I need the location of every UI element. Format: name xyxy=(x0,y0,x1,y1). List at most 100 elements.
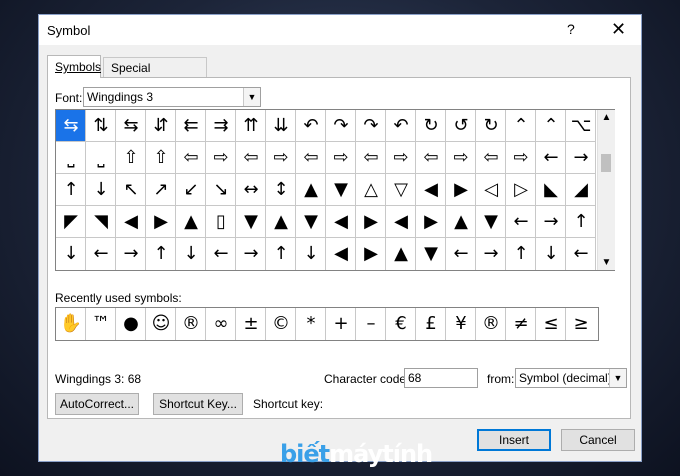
symbol-cell[interactable]: → xyxy=(116,238,146,270)
recent-symbol-cell[interactable]: ☺ xyxy=(146,308,176,340)
recent-symbol-cell[interactable]: ≥ xyxy=(566,308,596,340)
symbol-cell[interactable]: → xyxy=(236,238,266,270)
symbol-cell[interactable]: ↑ xyxy=(146,238,176,270)
symbol-cell[interactable]: ← xyxy=(566,238,596,270)
recent-symbols-row[interactable]: ✋ ™ ● ☺ ® ∞ ± © * + – € £ ¥ ® ≠ ≤ ≥ xyxy=(55,307,599,341)
symbol-cell[interactable]: ↑ xyxy=(56,174,86,206)
symbol-cell[interactable]: ▲ xyxy=(446,206,476,238)
symbol-cell[interactable]: ▷ xyxy=(506,174,536,206)
recent-symbol-cell[interactable]: * xyxy=(296,308,326,340)
symbol-cell[interactable]: ⇨ xyxy=(386,142,416,174)
symbol-cell[interactable]: ← xyxy=(206,238,236,270)
symbol-cell[interactable]: ◀ xyxy=(326,206,356,238)
symbol-cell[interactable]: ↑ xyxy=(506,238,536,270)
shortcut-key-button[interactable]: Shortcut Key... xyxy=(153,393,243,415)
symbol-cell[interactable]: ⇨ xyxy=(446,142,476,174)
recent-symbol-cell[interactable]: ✋ xyxy=(56,308,86,340)
symbol-cell[interactable]: ↷ xyxy=(356,110,386,142)
symbol-cell[interactable]: ← xyxy=(86,238,116,270)
symbol-cell[interactable]: ↘ xyxy=(206,174,236,206)
symbol-cell[interactable]: ↓ xyxy=(176,238,206,270)
autocorrect-button[interactable]: AutoCorrect... xyxy=(55,393,139,415)
symbol-cell[interactable]: ◀ xyxy=(416,174,446,206)
symbol-cell[interactable]: ↷ xyxy=(326,110,356,142)
symbol-grid[interactable]: ▲ ▼ ⇆ ⇅ ⇆ ⇵ ⇇ ⇉ ⇈ ⇊ ↶ ↷ ↷ ↶ ↻ ↺ ↻ ⌃ ⌃ ⌥ ⎵ ⎵ ⇧ ⇧ ⇦ ⇨ ⇦ ⇨ ⇦ ⇨ ⇦ ⇨ ⇦ ⇨ ⇦ ⇨ ← →… xyxy=(55,109,615,271)
symbol-cell[interactable]: ⇦ xyxy=(416,142,446,174)
symbol-cell[interactable]: ⇦ xyxy=(476,142,506,174)
symbol-cell[interactable]: ◁ xyxy=(476,174,506,206)
symbol-cell[interactable]: ↗ xyxy=(146,174,176,206)
symbol-cell[interactable]: ↑ xyxy=(266,238,296,270)
symbol-cell[interactable]: → xyxy=(536,206,566,238)
symbol-cell[interactable]: ↖ xyxy=(116,174,146,206)
symbol-cell[interactable]: ⎵ xyxy=(86,142,116,174)
symbol-cell[interactable]: ↺ xyxy=(446,110,476,142)
symbol-cell[interactable]: ⇊ xyxy=(266,110,296,142)
symbol-cell[interactable]: ⇆ xyxy=(116,110,146,142)
symbol-cell[interactable]: ↶ xyxy=(386,110,416,142)
symbol-cell[interactable]: ⇧ xyxy=(116,142,146,174)
scroll-thumb[interactable] xyxy=(601,154,611,172)
symbol-cell[interactable]: ▲ xyxy=(266,206,296,238)
symbol-cell[interactable]: ← xyxy=(506,206,536,238)
symbol-cell[interactable]: ◀ xyxy=(386,206,416,238)
symbol-cell[interactable]: ↻ xyxy=(476,110,506,142)
symbol-cell[interactable]: ← xyxy=(536,142,566,174)
recent-symbol-cell[interactable]: € xyxy=(386,308,416,340)
symbol-cell[interactable]: ↙ xyxy=(176,174,206,206)
symbol-cell[interactable]: ↓ xyxy=(86,174,116,206)
symbol-cell[interactable]: ▼ xyxy=(416,238,446,270)
recent-symbol-cell[interactable]: ± xyxy=(236,308,266,340)
symbol-cell[interactable]: ▼ xyxy=(296,206,326,238)
symbol-cell[interactable]: ↓ xyxy=(56,238,86,270)
symbol-cell[interactable]: ▼ xyxy=(476,206,506,238)
symbol-cell[interactable]: ⇈ xyxy=(236,110,266,142)
symbol-cell[interactable]: ↻ xyxy=(416,110,446,142)
symbol-cell[interactable]: ▲ xyxy=(386,238,416,270)
font-select[interactable]: Wingdings 3 ▼ xyxy=(83,87,261,107)
symbol-cell[interactable]: ◥ xyxy=(86,206,116,238)
symbol-cell[interactable]: ⇦ xyxy=(296,142,326,174)
symbol-cell[interactable]: ◀ xyxy=(326,238,356,270)
symbol-cell[interactable]: → xyxy=(566,142,596,174)
scroll-down-icon[interactable]: ▼ xyxy=(598,257,615,268)
symbol-cell[interactable]: ⇉ xyxy=(206,110,236,142)
recent-symbol-cell[interactable]: ™ xyxy=(86,308,116,340)
symbol-cell[interactable]: ▯ xyxy=(206,206,236,238)
symbol-cell[interactable]: ↑ xyxy=(566,206,596,238)
symbol-cell[interactable]: ← xyxy=(446,238,476,270)
recent-symbol-cell[interactable]: + xyxy=(326,308,356,340)
symbol-cell[interactable]: ▼ xyxy=(236,206,266,238)
symbol-cell[interactable]: ⇦ xyxy=(236,142,266,174)
symbol-cell[interactable]: ▶ xyxy=(356,238,386,270)
symbol-cell[interactable]: ◀ xyxy=(116,206,146,238)
cancel-button[interactable]: Cancel xyxy=(561,429,635,451)
recent-symbol-cell[interactable]: ® xyxy=(176,308,206,340)
from-select[interactable]: Symbol (decimal) ▼ xyxy=(515,368,627,388)
symbol-cell[interactable]: ▶ xyxy=(416,206,446,238)
symbol-cell[interactable]: ⇦ xyxy=(176,142,206,174)
symbol-cell[interactable]: ▶ xyxy=(446,174,476,206)
symbol-cell[interactable]: ⌥ xyxy=(566,110,596,142)
symbol-cell[interactable]: ⇅ xyxy=(86,110,116,142)
symbol-cell[interactable]: ⇧ xyxy=(146,142,176,174)
symbol-cell[interactable]: ▲ xyxy=(296,174,326,206)
symbol-cell[interactable]: ⇵ xyxy=(146,110,176,142)
close-icon[interactable]: ✕ xyxy=(611,19,626,40)
symbol-cell[interactable]: ↔ xyxy=(236,174,266,206)
symbol-cell[interactable]: ⇨ xyxy=(506,142,536,174)
symbol-cell[interactable]: ▶ xyxy=(146,206,176,238)
symbol-cell[interactable]: ⇨ xyxy=(326,142,356,174)
symbol-cell[interactable]: ↕ xyxy=(266,174,296,206)
recent-symbol-cell[interactable]: © xyxy=(266,308,296,340)
symbol-cell[interactable]: ▲ xyxy=(176,206,206,238)
tab-special-characters[interactable]: Special Characters xyxy=(103,57,207,95)
symbol-cell[interactable]: ⇦ xyxy=(356,142,386,174)
symbol-cell[interactable]: ↓ xyxy=(296,238,326,270)
tab-symbols[interactable]: Symbols xyxy=(47,55,101,78)
recent-symbol-cell[interactable]: ® xyxy=(476,308,506,340)
recent-symbol-cell[interactable]: ∞ xyxy=(206,308,236,340)
symbol-cell[interactable]: ↓ xyxy=(536,238,566,270)
symbol-cell[interactable]: ▼ xyxy=(326,174,356,206)
symbol-cell[interactable]: ▶ xyxy=(356,206,386,238)
